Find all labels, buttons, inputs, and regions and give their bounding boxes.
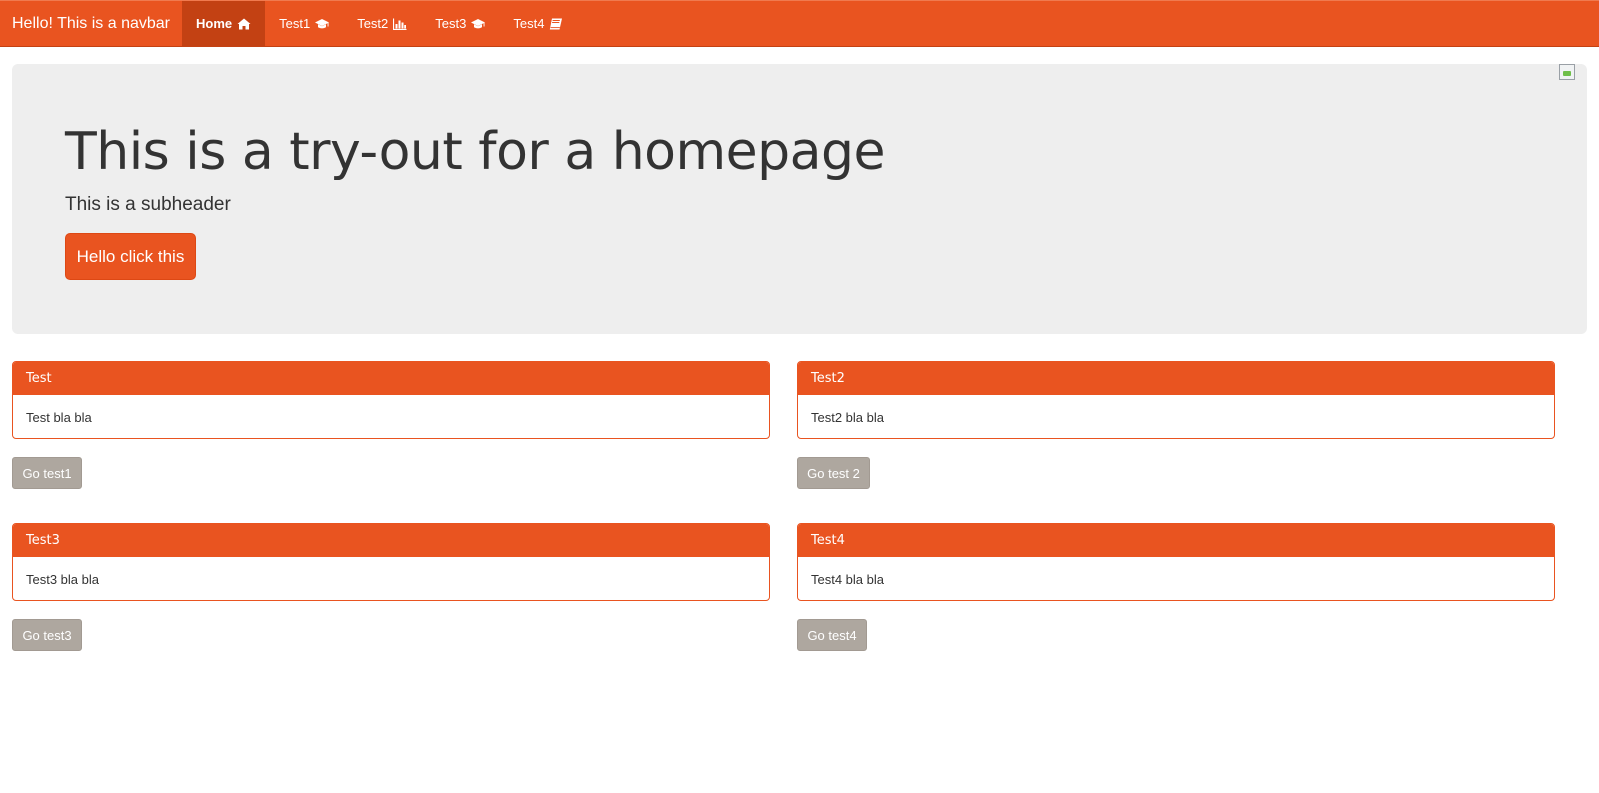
go-test4-button[interactable]: Go test4 xyxy=(797,619,867,651)
hello-click-button[interactable]: Hello click this xyxy=(65,233,196,280)
panel-test3: Test3 Test3 bla bla xyxy=(12,523,770,601)
page-subheader: This is a subheader xyxy=(65,194,231,215)
nav-item-test1[interactable]: Test1 xyxy=(265,1,343,46)
bar-chart-icon xyxy=(393,18,407,30)
panel-heading: Test4 xyxy=(798,524,1554,557)
nav-item-label: Test3 xyxy=(435,16,467,31)
panel-test2: Test2 Test2 bla bla xyxy=(797,361,1555,439)
panel-body: Test bla bla xyxy=(26,409,92,425)
page-title: This is a try-out for a homepage xyxy=(65,122,886,182)
navbar-brand[interactable]: Hello! This is a navbar xyxy=(0,1,182,46)
nav-item-label: Home xyxy=(196,16,233,31)
panel-body: Test3 bla bla xyxy=(26,571,99,587)
nav-item-home[interactable]: Home xyxy=(182,1,266,46)
nav-item-label: Test4 xyxy=(513,16,545,31)
nav-item-label: Test1 xyxy=(279,16,311,31)
home-icon xyxy=(237,18,251,30)
nav-item-test3[interactable]: Test3 xyxy=(421,1,499,46)
jumbotron: This is a try-out for a homepage This is… xyxy=(12,64,1587,334)
book-icon xyxy=(549,18,563,30)
panel-body: Test2 bla bla xyxy=(811,409,884,425)
navbar: Hello! This is a navbar Home Test1 Test2… xyxy=(0,0,1599,47)
panel-test4: Test4 Test4 bla bla xyxy=(797,523,1555,601)
nav-item-test2[interactable]: Test2 xyxy=(343,1,421,46)
graduation-cap-icon xyxy=(315,18,330,30)
graduation-cap-icon xyxy=(471,18,486,30)
go-test1-button[interactable]: Go test1 xyxy=(12,457,82,489)
panel-test: Test Test bla bla xyxy=(12,361,770,439)
panel-heading: Test2 xyxy=(798,362,1554,395)
panel-heading: Test3 xyxy=(13,524,769,557)
go-test2-button[interactable]: Go test 2 xyxy=(797,457,870,489)
broken-image-icon xyxy=(1559,64,1575,80)
nav-item-test4[interactable]: Test4 xyxy=(499,1,577,46)
nav-items: Home Test1 Test2 Test3 Test4 xyxy=(182,1,577,46)
go-test3-button[interactable]: Go test3 xyxy=(12,619,82,651)
panel-heading: Test xyxy=(13,362,769,395)
panel-body: Test4 bla bla xyxy=(811,571,884,587)
nav-item-label: Test2 xyxy=(357,16,389,31)
